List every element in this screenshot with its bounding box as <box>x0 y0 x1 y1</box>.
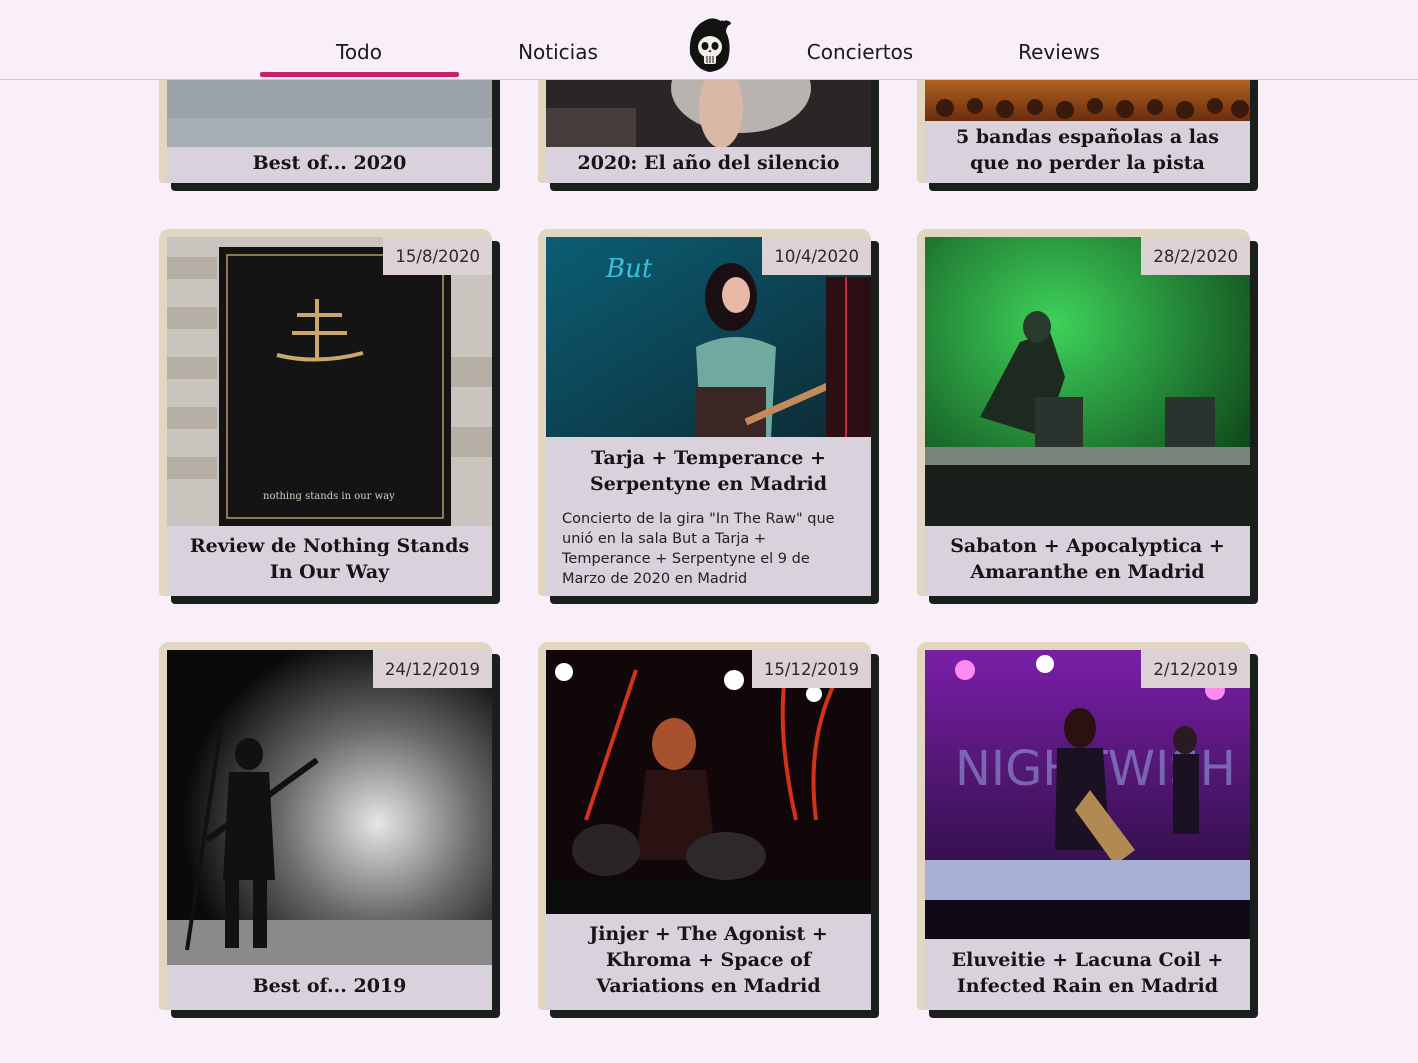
top-navigation-bar: Todo Noticias Conciertos Reviews <box>0 0 1418 80</box>
svg-text:nothing stands in our way: nothing stands in our way <box>263 491 395 502</box>
nav-tab-reviews[interactable]: Reviews <box>1018 40 1100 64</box>
article-date: 10/4/2020 <box>762 237 871 275</box>
card-caption: Best of... 2019 <box>167 965 492 1010</box>
article-title[interactable]: 2020: El año del silencio <box>558 150 859 176</box>
article-image: nothing stands in our way <box>167 237 492 526</box>
card-body: 28/2/2020 Sabaton + Apocalyptica + Amara… <box>925 237 1250 596</box>
active-tab-indicator <box>260 72 459 77</box>
article-date: 24/12/2019 <box>372 650 492 688</box>
article-title[interactable]: Best of... 2019 <box>179 973 480 999</box>
article-title[interactable]: Best of... 2020 <box>179 150 480 176</box>
article-date: 2/12/2019 <box>1141 650 1250 688</box>
card-caption: 2020: El año del silencio <box>546 147 871 183</box>
card-body: 24/12/2019 Best of... 2019 <box>167 650 492 1010</box>
article-card[interactable]: 28/2/2020 Sabaton + Apocalyptica + Amara… <box>917 229 1258 604</box>
card-caption: Review de Nothing Stands In Our Way <box>167 526 492 596</box>
article-excerpt: Concierto de la gira "In The Raw" que un… <box>562 511 835 587</box>
article-title[interactable]: 5 bandas españolas a las que no perder l… <box>937 124 1238 176</box>
article-title[interactable]: Review de Nothing Stands In Our Way <box>179 533 480 585</box>
card-caption: Jinjer + The Agonist + Khroma + Space of… <box>546 914 871 1010</box>
article-title[interactable]: Jinjer + The Agonist + Khroma + Space of… <box>558 921 859 999</box>
article-card[interactable]: nothing stands in our way 15/8/2020 Revi… <box>159 229 500 604</box>
article-image <box>925 237 1250 526</box>
card-caption: Eluveitie + Lacuna Coil + Infected Rain … <box>925 939 1250 1010</box>
article-card[interactable]: 24/12/2019 Best of... 2019 <box>159 642 500 1018</box>
card-body: But 10/4/2020 Tarja + Temperance + Serpe… <box>546 237 871 596</box>
nav-tab-noticias[interactable]: Noticias <box>518 40 598 64</box>
article-card[interactable]: NIGHTWISH 2/12/2019 Eluveitie + Lacuna C… <box>917 642 1258 1018</box>
card-body: nothing stands in our way 15/8/2020 Revi… <box>167 237 492 596</box>
article-card[interactable]: 15/12/2019 Jinjer + The Agonist + Khroma… <box>538 642 879 1018</box>
article-image <box>546 650 871 914</box>
article-date: 15/8/2020 <box>383 237 492 275</box>
card-caption: 5 bandas españolas a las que no perder l… <box>925 121 1250 183</box>
article-title[interactable]: Sabaton + Apocalyptica + Amaranthe en Ma… <box>937 533 1238 585</box>
article-title[interactable]: Tarja + Temperance + Serpentyne en Madri… <box>558 445 859 497</box>
article-title[interactable]: Eluveitie + Lacuna Coil + Infected Rain … <box>937 947 1238 999</box>
card-caption: Tarja + Temperance + Serpentyne en Madri… <box>546 437 871 596</box>
article-date: 28/2/2020 <box>1141 237 1250 275</box>
grim-reaper-skull-icon[interactable] <box>684 14 734 74</box>
nav-tab-conciertos[interactable]: Conciertos <box>807 40 913 64</box>
article-card[interactable]: But 10/4/2020 Tarja + Temperance + Serpe… <box>538 229 879 604</box>
svg-text:But: But <box>605 254 653 284</box>
nav-tab-todo[interactable]: Todo <box>336 40 382 64</box>
card-caption: Best of... 2020 <box>167 147 492 183</box>
article-date: 15/12/2019 <box>751 650 871 688</box>
article-image: NIGHTWISH <box>925 650 1250 939</box>
card-body: 15/12/2019 Jinjer + The Agonist + Khroma… <box>546 650 871 1010</box>
article-image <box>167 650 492 965</box>
card-caption: Sabaton + Apocalyptica + Amaranthe en Ma… <box>925 526 1250 596</box>
card-body: NIGHTWISH 2/12/2019 Eluveitie + Lacuna C… <box>925 650 1250 1010</box>
